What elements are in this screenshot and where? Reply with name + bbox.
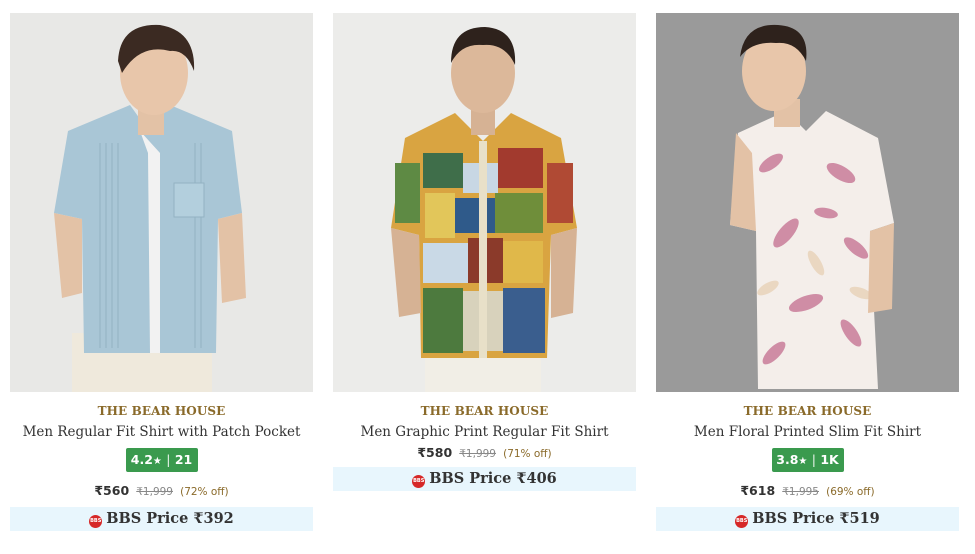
brand-name: THE BEAR HOUSE: [743, 404, 872, 418]
product-title[interactable]: Men Regular Fit Shirt with Patch Pocket: [10, 424, 313, 440]
star-icon: ★: [798, 456, 808, 467]
brand-name: THE BEAR HOUSE: [420, 404, 549, 418]
mrp-price: ₹1,999: [459, 448, 496, 460]
product-card[interactable]: THE BEAR HOUSE Men Floral Printed Slim F…: [656, 13, 959, 531]
product-image[interactable]: [656, 13, 959, 392]
mrp-price: ₹1,995: [782, 486, 819, 498]
rating-value: 4.2: [130, 452, 153, 467]
bbs-price-banner: BBS BBS Price ₹519: [656, 507, 959, 531]
rating-count: 21: [174, 452, 193, 467]
bbs-price: BBS Price ₹392: [106, 510, 234, 527]
rating-badge: 4.2★ | 21: [125, 448, 198, 472]
product-photo: [333, 13, 636, 392]
bbs-logo-icon: BBS: [735, 515, 749, 528]
price-row: ₹560 ₹1,999 (72% off): [10, 480, 313, 499]
discount-label: (69% off): [826, 486, 875, 498]
bbs-logo-icon: BBS: [412, 475, 426, 488]
product-photo: [656, 13, 959, 392]
selling-price: ₹560: [94, 483, 130, 498]
bbs-price-banner: BBS BBS Price ₹392: [10, 507, 313, 531]
star-icon: ★: [152, 456, 162, 467]
bbs-price: BBS Price ₹406: [429, 470, 557, 487]
selling-price: ₹618: [740, 483, 776, 498]
discount-label: (71% off): [503, 448, 552, 460]
rating-separator: |: [166, 452, 171, 467]
rating-badge: 3.8★ | 1K: [771, 448, 844, 472]
product-title[interactable]: Men Graphic Print Regular Fit Shirt: [333, 424, 636, 440]
price-row: ₹618 ₹1,995 (69% off): [656, 480, 959, 499]
rating-separator: |: [811, 452, 816, 467]
rating-count: 1K: [820, 452, 839, 467]
discount-label: (72% off): [180, 486, 229, 498]
brand-name: THE BEAR HOUSE: [97, 404, 226, 418]
bbs-price-banner: BBS BBS Price ₹406: [333, 467, 636, 491]
rating-value: 3.8: [776, 452, 799, 467]
product-image[interactable]: [10, 13, 313, 392]
product-card[interactable]: THE BEAR HOUSE Men Graphic Print Regular…: [333, 13, 636, 491]
product-title[interactable]: Men Floral Printed Slim Fit Shirt: [656, 424, 959, 440]
mrp-price: ₹1,999: [136, 486, 173, 498]
selling-price: ₹580: [417, 445, 453, 460]
product-card[interactable]: THE BEAR HOUSE Men Regular Fit Shirt wit…: [10, 13, 313, 531]
bbs-price: BBS Price ₹519: [752, 510, 880, 527]
price-row: ₹580 ₹1,999 (71% off): [333, 442, 636, 461]
product-photo: [10, 13, 313, 392]
bbs-logo-icon: BBS: [89, 515, 103, 528]
product-image[interactable]: [333, 13, 636, 392]
